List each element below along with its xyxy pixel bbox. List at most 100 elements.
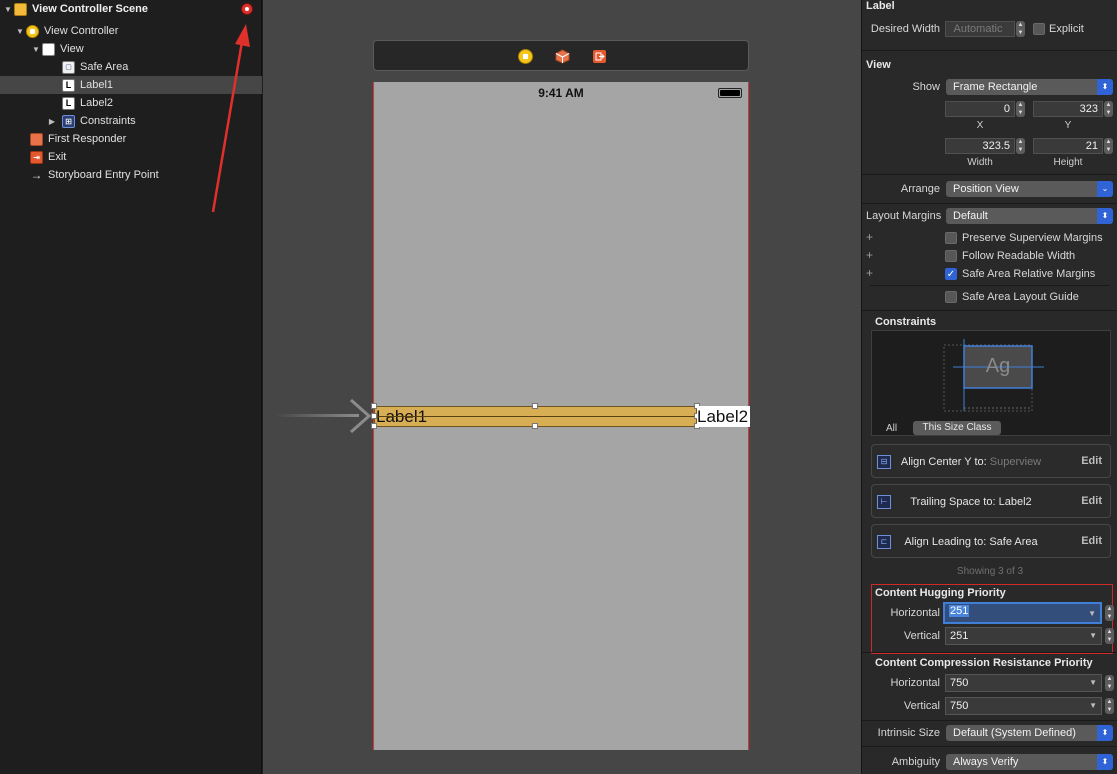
height-field[interactable]: 21 bbox=[1033, 138, 1103, 154]
constraints-tab-all[interactable]: All bbox=[886, 423, 897, 434]
outline-row-view-controller[interactable]: ▼ View Controller bbox=[0, 22, 262, 40]
safe-area-layout-guide-checkbox[interactable] bbox=[945, 291, 957, 303]
follow-readable-width-checkbox[interactable] bbox=[945, 250, 957, 262]
constraint-row-trailing[interactable]: ⊢ Trailing Space to: Label2 Edit bbox=[871, 484, 1111, 518]
hugging-vertical-value: 251 bbox=[950, 630, 969, 642]
y-stepper[interactable]: ▲ ▼ bbox=[1104, 101, 1113, 117]
battery-icon bbox=[718, 88, 742, 98]
hugging-vertical-stepper[interactable]: ▲ ▼ bbox=[1105, 628, 1114, 644]
exit-icon[interactable] bbox=[592, 49, 607, 64]
y-field[interactable]: 323 bbox=[1033, 101, 1103, 117]
iphone-view-frame[interactable]: 9:41 AM Label1 Label2 bbox=[371, 82, 750, 750]
view-controller-icon[interactable] bbox=[518, 49, 533, 64]
desired-width-field[interactable]: Automatic bbox=[945, 21, 1015, 37]
constraints-tab-size-class[interactable]: This Size Class bbox=[913, 421, 1001, 435]
compression-title: Content Compression Resistance Priority bbox=[875, 657, 1093, 669]
plus-variation-icon[interactable]: + bbox=[866, 230, 873, 244]
width-field[interactable]: 323.5 bbox=[945, 138, 1015, 154]
constraints-section-title: Constraints bbox=[875, 316, 937, 328]
constraint-row-leading[interactable]: ⊏ Align Leading to: Safe Area Edit bbox=[871, 524, 1111, 558]
outline-row-exit[interactable]: ⇥ Exit bbox=[0, 148, 262, 166]
safe-area-relative-margins-checkbox[interactable]: ✓ bbox=[945, 268, 957, 280]
chevron-updown-icon: ⬍ bbox=[1097, 754, 1113, 770]
document-outline: ▼ View Controller Scene ▼ View Controlle… bbox=[0, 0, 262, 774]
hugging-title: Content Hugging Priority bbox=[875, 587, 1006, 599]
height-caption: Height bbox=[1053, 157, 1083, 168]
ambiguity-popup[interactable]: Always Verify ⬍ bbox=[946, 754, 1113, 770]
outline-row-entry-point[interactable]: → Storyboard Entry Point bbox=[0, 166, 262, 184]
constraint-target: Superview bbox=[989, 456, 1042, 468]
x-field[interactable]: 0 bbox=[945, 101, 1015, 117]
view-controller-icon bbox=[26, 24, 39, 38]
plus-variation-icon[interactable]: + bbox=[866, 266, 873, 280]
outline-row-constraints[interactable]: ▶ ⊞ Constraints bbox=[0, 112, 262, 130]
first-responder-icon bbox=[30, 132, 43, 146]
layout-margins-popup[interactable]: Default ⬍ bbox=[946, 208, 1113, 224]
view-icon bbox=[42, 42, 55, 56]
intrinsic-size-value: Default (System Defined) bbox=[953, 727, 1076, 739]
preserve-superview-margins-label: Preserve Superview Margins bbox=[962, 232, 1103, 244]
divider bbox=[862, 746, 1117, 747]
outline-row-label: View Controller Scene bbox=[32, 3, 148, 15]
storyboard-entry-arrow-icon[interactable] bbox=[273, 398, 373, 434]
outline-row-label1[interactable]: L Label1 bbox=[0, 76, 262, 94]
outline-row-scene[interactable]: ▼ View Controller Scene bbox=[0, 0, 262, 18]
x-stepper[interactable]: ▲ ▼ bbox=[1016, 101, 1025, 117]
safe-area-relative-margins-label: Safe Area Relative Margins bbox=[962, 268, 1096, 280]
constraint-row-center-y[interactable]: ⊟ Align Center Y to: Superview Edit bbox=[871, 444, 1111, 478]
layout-margins-label: Layout Margins bbox=[866, 210, 942, 222]
constraint-label: Trailing Space to: bbox=[910, 496, 996, 508]
outline-row-label: First Responder bbox=[48, 133, 127, 145]
layout-margins-popup-value: Default bbox=[953, 210, 988, 222]
chevron-updown-icon: ⬍ bbox=[1097, 79, 1113, 95]
storyboard-canvas[interactable]: 9:41 AM Label1 Label2 bbox=[263, 0, 861, 774]
edit-button[interactable]: Edit bbox=[1081, 455, 1102, 467]
edit-button[interactable]: Edit bbox=[1081, 495, 1102, 507]
outline-row-label: Exit bbox=[48, 151, 67, 163]
preserve-superview-margins-checkbox[interactable] bbox=[945, 232, 957, 244]
hugging-horizontal-combo[interactable]: 251 ▼ bbox=[943, 602, 1102, 624]
show-popup[interactable]: Frame Rectangle ⬍ bbox=[946, 79, 1113, 95]
outline-row-first-responder[interactable]: First Responder bbox=[0, 130, 262, 148]
desired-width-stepper[interactable]: ▲ ▼ bbox=[1016, 21, 1025, 37]
ag-preview-text: Ag bbox=[985, 355, 1011, 377]
compression-vertical-stepper[interactable]: ▲ ▼ bbox=[1105, 698, 1114, 714]
constraint-row-text: Align Leading to: Safe Area bbox=[872, 536, 1070, 548]
plus-variation-icon[interactable]: + bbox=[866, 248, 873, 262]
disclosure-open-icon[interactable]: ▼ bbox=[30, 45, 42, 54]
intrinsic-size-label: Intrinsic Size bbox=[877, 727, 940, 739]
constraint-row-text: Trailing Space to: Label2 bbox=[872, 496, 1070, 508]
label2-view[interactable]: Label2 bbox=[697, 406, 750, 427]
first-responder-icon[interactable] bbox=[555, 49, 570, 64]
hugging-horizontal-stepper[interactable]: ▲ ▼ bbox=[1105, 605, 1114, 621]
compression-vertical-value: 750 bbox=[950, 700, 969, 712]
hugging-horizontal-label: Horizontal bbox=[890, 607, 940, 619]
outline-row-view[interactable]: ▼ View bbox=[0, 40, 262, 58]
constraints-count: Showing 3 of 3 bbox=[956, 566, 1024, 577]
constraint-target: Safe Area bbox=[989, 536, 1038, 548]
compression-horizontal-stepper[interactable]: ▲ ▼ bbox=[1105, 675, 1114, 691]
arrange-popup[interactable]: Position View ⌄ bbox=[946, 181, 1113, 197]
arrange-popup-value: Position View bbox=[953, 183, 1019, 195]
disclosure-open-icon[interactable]: ▼ bbox=[14, 27, 26, 36]
hugging-vertical-combo[interactable]: 251 ▼ bbox=[945, 627, 1102, 645]
compression-horizontal-combo[interactable]: 750 ▼ bbox=[945, 674, 1102, 692]
explicit-checkbox[interactable] bbox=[1033, 23, 1045, 35]
x-caption: X bbox=[976, 120, 984, 131]
width-stepper[interactable]: ▲ ▼ bbox=[1016, 138, 1025, 154]
outline-row-label: Label1 bbox=[80, 79, 114, 91]
outline-row-label2[interactable]: L Label2 bbox=[0, 94, 262, 112]
follow-readable-width-label: Follow Readable Width bbox=[962, 250, 1076, 262]
ambiguity-label: Ambiguity bbox=[891, 756, 940, 768]
height-stepper[interactable]: ▲ ▼ bbox=[1104, 138, 1113, 154]
disclosure-open-icon[interactable]: ▼ bbox=[2, 5, 14, 14]
outline-row-safe-area[interactable]: ▢ Safe Area bbox=[0, 58, 262, 76]
disclosure-closed-icon[interactable]: ▶ bbox=[46, 117, 58, 126]
compression-vertical-combo[interactable]: 750 ▼ bbox=[945, 697, 1102, 715]
show-popup-value: Frame Rectangle bbox=[953, 81, 1038, 93]
divider bbox=[862, 203, 1117, 204]
warning-indicator-icon[interactable] bbox=[242, 4, 252, 14]
intrinsic-size-popup[interactable]: Default (System Defined) ⬍ bbox=[946, 725, 1113, 741]
label1-view[interactable]: Label1 bbox=[374, 406, 697, 427]
edit-button[interactable]: Edit bbox=[1081, 535, 1102, 547]
